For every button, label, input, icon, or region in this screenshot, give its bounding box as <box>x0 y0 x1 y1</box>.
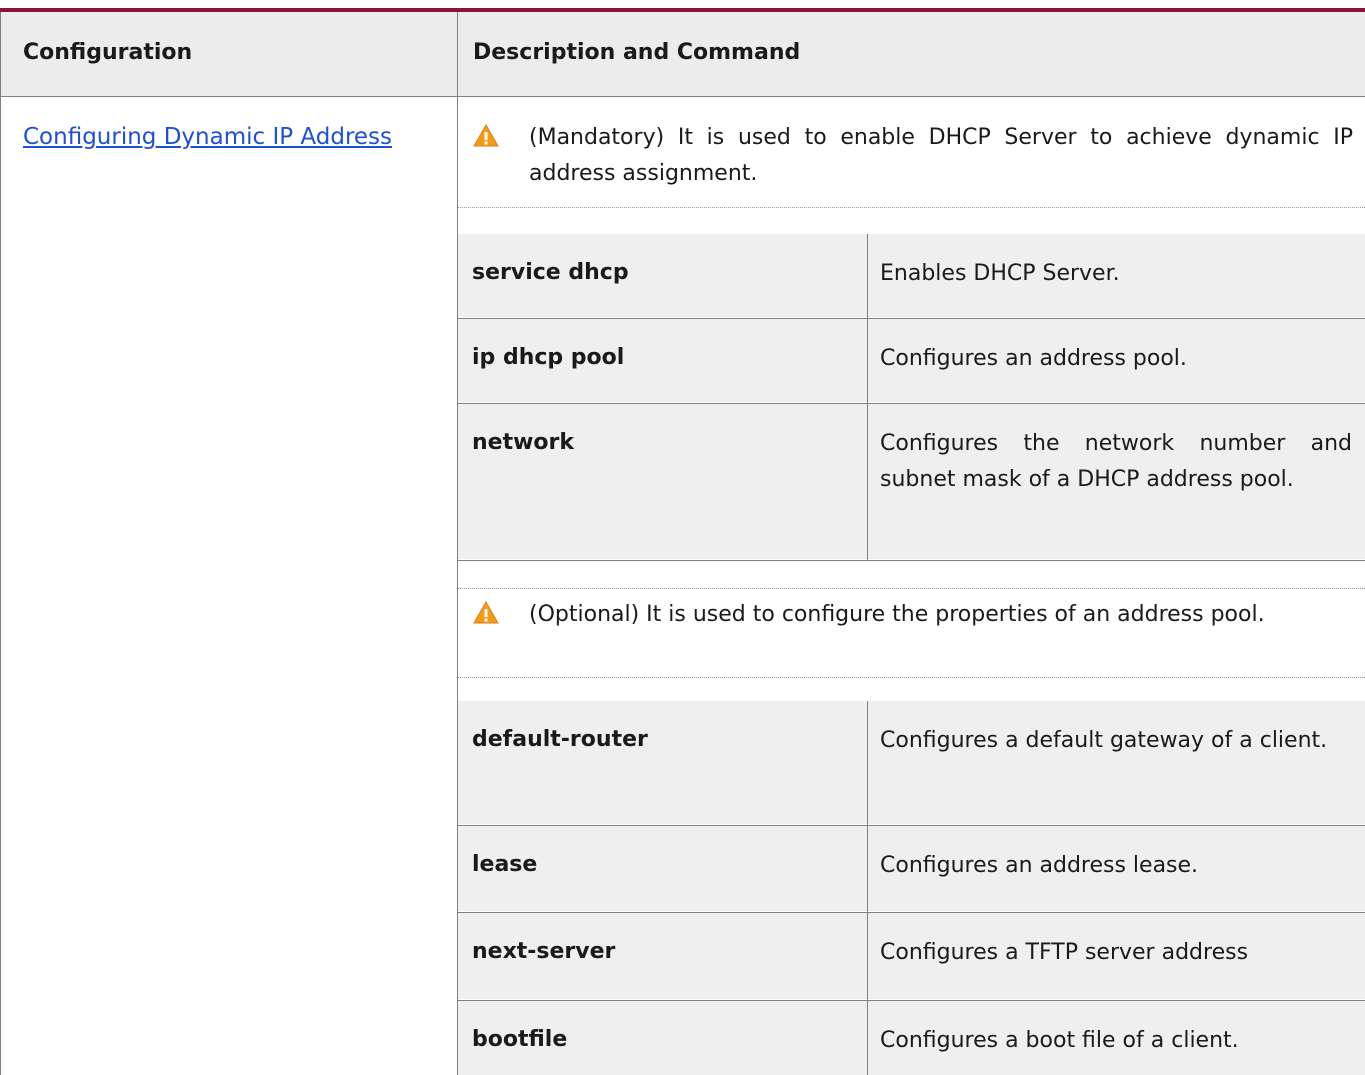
desc-cell-lease: Configures an address lease. <box>868 826 1365 911</box>
cmd-cell-network: network <box>458 404 867 559</box>
optional-note: (Optional) It is used to configure the p… <box>473 597 1353 633</box>
cmd-cell-bootfile: bootfile <box>458 1001 867 1075</box>
description-service-dhcp: Enables DHCP Server. <box>880 261 1120 286</box>
command-default-router: default-router <box>472 727 648 752</box>
description-ip-dhcp-pool: Configures an address pool. <box>880 346 1187 371</box>
description-network: Configures the network number and subnet… <box>880 431 1352 492</box>
configuring-dynamic-ip-address-link[interactable]: Configuring Dynamic IP Address <box>23 124 392 150</box>
note-divider <box>458 677 1365 678</box>
header-description-command: Description and Command <box>473 40 801 65</box>
optional-note-text: (Optional) It is used to configure the p… <box>529 602 1265 627</box>
warning-icon <box>473 123 499 160</box>
desc-cell-service-dhcp: Enables DHCP Server. <box>868 234 1365 317</box>
note-divider <box>458 207 1365 208</box>
command-lease: lease <box>472 852 538 877</box>
command-next-server: next-server <box>472 939 616 964</box>
cmd-cell-ip-dhcp-pool: ip dhcp pool <box>458 319 867 402</box>
mandatory-note: (Mandatory) It is used to enable DHCP Se… <box>473 120 1353 192</box>
cmd-cell-next-server: next-server <box>458 913 867 999</box>
command-network: network <box>472 430 575 455</box>
header-configuration: Configuration <box>23 40 193 65</box>
row-divider <box>458 560 1365 561</box>
command-bootfile: bootfile <box>472 1027 568 1052</box>
description-next-server: Configures a TFTP server address <box>880 940 1249 965</box>
desc-cell-bootfile: Configures a boot file of a client. <box>868 1001 1365 1075</box>
header-bottom-border <box>0 96 1365 97</box>
description-lease: Configures an address lease. <box>880 853 1199 878</box>
command-ip-dhcp-pool: ip dhcp pool <box>472 345 625 370</box>
desc-cell-network: Configures the network number and subnet… <box>868 404 1365 559</box>
note-divider <box>458 588 1365 589</box>
warning-icon <box>473 600 499 637</box>
cmd-cell-default-router: default-router <box>458 701 867 824</box>
description-default-router: Configures a default gateway of a client… <box>880 728 1328 753</box>
table-border-left <box>0 12 1 1075</box>
command-column-divider <box>867 234 868 560</box>
command-column-divider <box>867 701 868 1075</box>
mandatory-note-text: (Mandatory) It is used to enable DHCP Se… <box>529 125 1353 186</box>
command-service-dhcp: service dhcp <box>472 260 629 285</box>
desc-cell-ip-dhcp-pool: Configures an address pool. <box>868 319 1365 402</box>
desc-cell-next-server: Configures a TFTP server address <box>868 913 1365 999</box>
cmd-cell-lease: lease <box>458 826 867 911</box>
desc-cell-default-router: Configures a default gateway of a client… <box>868 701 1365 824</box>
description-bootfile: Configures a boot file of a client. <box>880 1028 1239 1053</box>
cmd-cell-service-dhcp: service dhcp <box>458 234 867 317</box>
